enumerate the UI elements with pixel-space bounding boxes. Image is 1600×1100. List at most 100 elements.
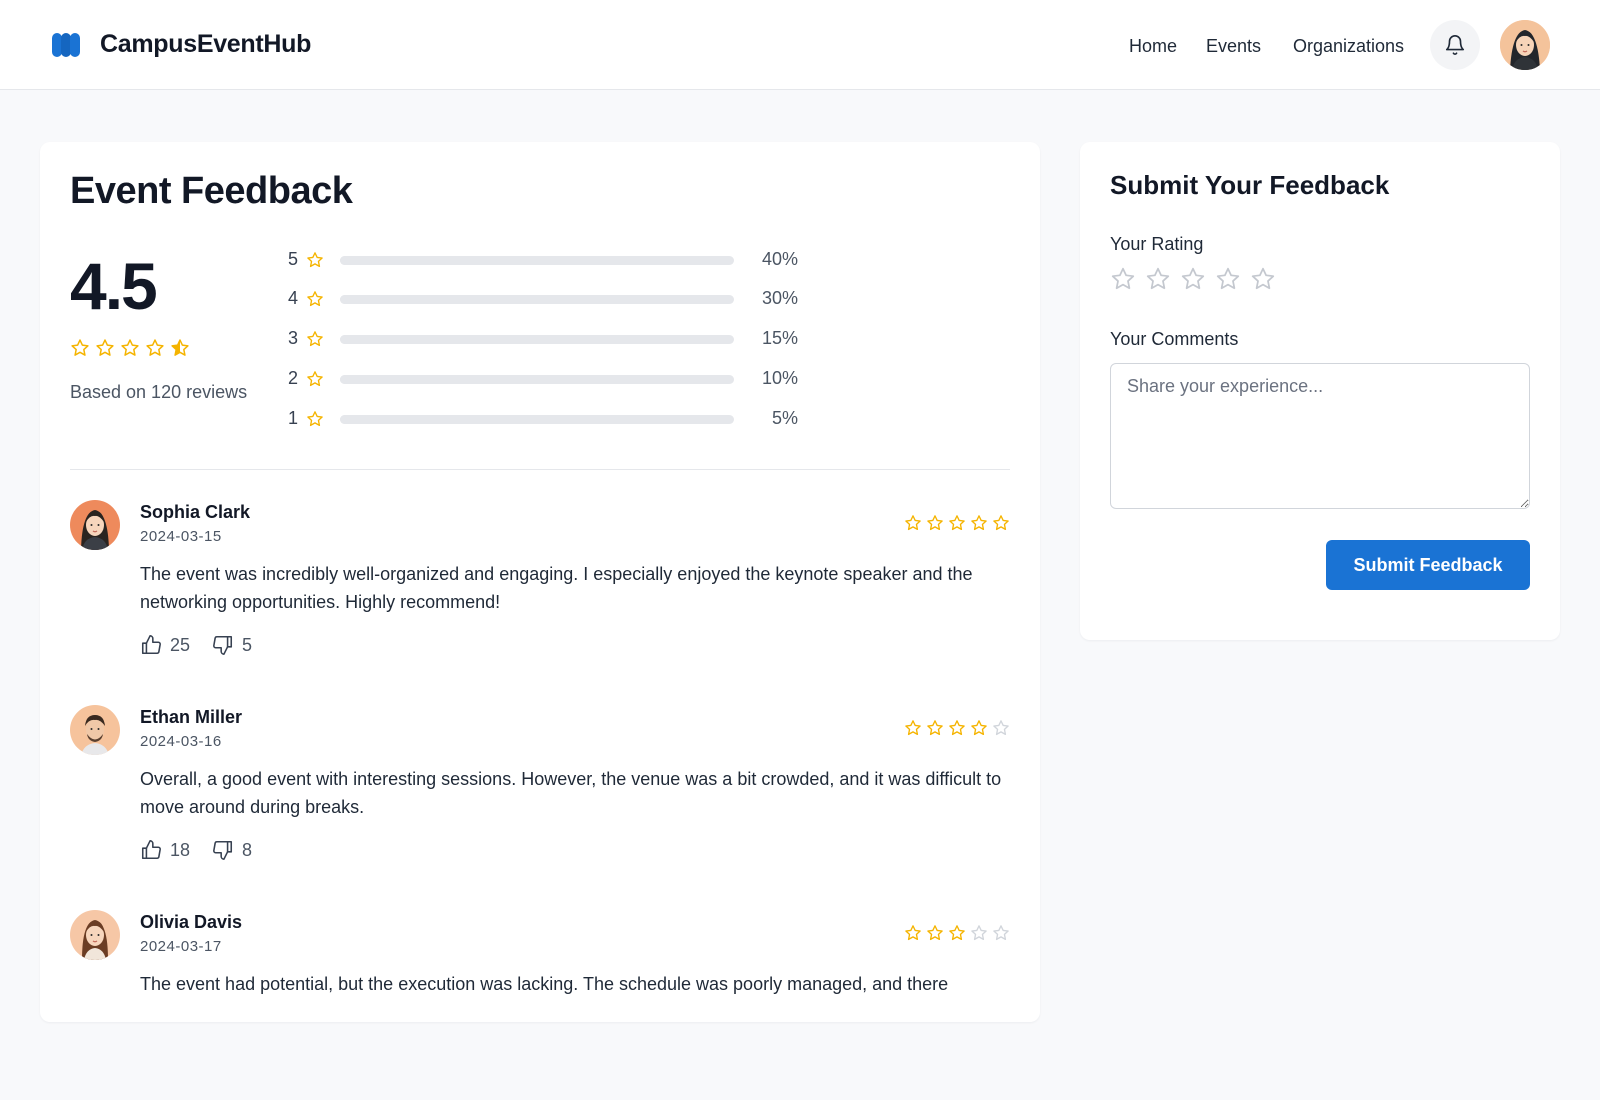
rating-star-3-icon[interactable]	[1180, 266, 1206, 292]
comments-label: Your Comments	[1110, 329, 1239, 349]
star-filled-icon	[927, 925, 943, 941]
review-date: 2024-03-17	[140, 938, 222, 955]
thumbs-down-icon	[213, 635, 233, 655]
dislike-button[interactable]: 8	[212, 839, 252, 861]
distribution-percent: 15%	[761, 328, 798, 348]
review-rating-stars	[904, 514, 1010, 532]
rating-star-2-icon[interactable]	[1145, 266, 1171, 292]
submit-feedback-button[interactable]: Submit Feedback	[1326, 540, 1530, 590]
star-filled-icon	[993, 515, 1009, 531]
rating-distribution-row: 3 15%	[288, 327, 798, 351]
star-filled-icon	[949, 925, 965, 941]
reviewer-avatar[interactable]	[70, 910, 120, 960]
star-icon	[307, 331, 323, 347]
distribution-bar	[340, 295, 734, 304]
distribution-star-count: 3	[288, 328, 299, 348]
star-filled-icon	[905, 720, 921, 736]
dislike-count: 8	[242, 839, 253, 860]
distribution-bar	[340, 256, 734, 265]
review-actions: 25 5	[140, 634, 274, 656]
dislike-button[interactable]: 5	[212, 634, 252, 656]
submit-feedback-card: Submit Your Feedback Your Rating Your Co…	[1080, 142, 1560, 640]
distribution-star-count: 2	[288, 368, 299, 388]
form-title: Submit Your Feedback	[1110, 170, 1390, 200]
reviewer-avatar[interactable]	[70, 705, 120, 755]
star-filled-icon	[905, 515, 921, 531]
rating-star-5-icon[interactable]	[1250, 266, 1276, 292]
star-empty-icon	[993, 720, 1009, 736]
average-rating-value: 4.5	[70, 249, 158, 323]
review-rating-stars	[904, 924, 1010, 942]
review-text: The event had potential, but the executi…	[140, 974, 949, 994]
review-text: Overall, a good event with interesting s…	[140, 769, 1002, 817]
reviewer-name: Sophia Clark	[140, 502, 251, 522]
reviewer-avatar[interactable]	[70, 500, 120, 550]
like-button[interactable]: 25	[140, 634, 190, 656]
star-filled-icon	[96, 339, 114, 356]
user-avatar[interactable]	[1500, 20, 1550, 70]
reviewer-portrait	[70, 910, 120, 960]
review-count-text: Based on 120 reviews	[70, 382, 248, 402]
star-filled-icon	[71, 339, 89, 356]
rating-distribution-row: 2 10%	[288, 367, 798, 391]
distribution-percent: 5%	[771, 408, 798, 428]
reviewer-name: Olivia Davis	[140, 912, 243, 932]
reviewer-name: Ethan Miller	[140, 707, 243, 727]
rating-distribution-row: 1 5%	[288, 407, 798, 431]
nav-link-home[interactable]: Home	[1129, 36, 1177, 57]
distribution-bar	[340, 415, 734, 424]
bell-icon	[1445, 35, 1465, 55]
distribution-bar-fill	[340, 295, 459, 304]
star-half-icon	[171, 339, 189, 356]
star-filled-icon	[971, 515, 987, 531]
star-icon	[307, 411, 323, 427]
rating-distribution-row: 4 30%	[288, 287, 798, 311]
thumbs-up-icon	[141, 840, 161, 860]
distribution-bar-fill	[340, 256, 498, 265]
star-empty-icon	[993, 925, 1009, 941]
distribution-bar	[340, 375, 734, 384]
distribution-percent: 10%	[761, 368, 798, 388]
event-feedback-card: Event Feedback 4.5 Based on 120 reviews …	[40, 142, 1040, 1022]
star-icon	[307, 371, 323, 387]
rating-star-1-icon[interactable]	[1110, 266, 1136, 292]
review-item: Olivia Davis 2024-03-17 The event had po…	[70, 910, 1010, 1100]
user-avatar-portrait	[1500, 20, 1550, 70]
rating-input	[1110, 266, 1276, 292]
star-filled-icon	[905, 925, 921, 941]
comments-textarea[interactable]	[1110, 363, 1530, 509]
dislike-count: 5	[242, 634, 253, 655]
star-icon	[307, 291, 323, 307]
distribution-star-count: 1	[288, 408, 299, 428]
distribution-percent: 30%	[761, 288, 798, 308]
review-actions: 18 8	[140, 839, 274, 861]
like-count: 18	[170, 839, 191, 860]
campus-logo-icon[interactable]	[52, 30, 80, 60]
rating-star-4-icon[interactable]	[1215, 266, 1241, 292]
average-rating-stars	[70, 338, 190, 358]
thumbs-up-icon	[141, 635, 161, 655]
review-text: The event was incredibly well-organized …	[140, 564, 973, 612]
distribution-star-count: 4	[288, 288, 299, 308]
star-filled-icon	[121, 339, 139, 356]
nav-link-events[interactable]: Events	[1206, 36, 1261, 57]
star-filled-icon	[971, 720, 987, 736]
review-date: 2024-03-15	[140, 528, 222, 545]
star-empty-icon	[971, 925, 987, 941]
distribution-star-count: 5	[288, 249, 299, 269]
distribution-bar-fill	[340, 335, 400, 344]
star-filled-icon	[146, 339, 164, 356]
review-item: Sophia Clark 2024-03-15 The event was in…	[70, 500, 1010, 690]
nav-link-organizations[interactable]: Organizations	[1293, 36, 1404, 57]
star-filled-icon	[927, 515, 943, 531]
thumbs-down-icon	[213, 840, 233, 860]
review-item: Ethan Miller 2024-03-16 Overall, a good …	[70, 705, 1010, 895]
review-date: 2024-03-16	[140, 733, 222, 750]
like-button[interactable]: 18	[140, 839, 190, 861]
app-brand-name[interactable]: CampusEventHub	[100, 30, 311, 59]
star-filled-icon	[949, 720, 965, 736]
notifications-button[interactable]	[1430, 20, 1480, 70]
distribution-bar	[340, 335, 734, 344]
distribution-bar-fill	[340, 415, 360, 424]
star-filled-icon	[927, 720, 943, 736]
